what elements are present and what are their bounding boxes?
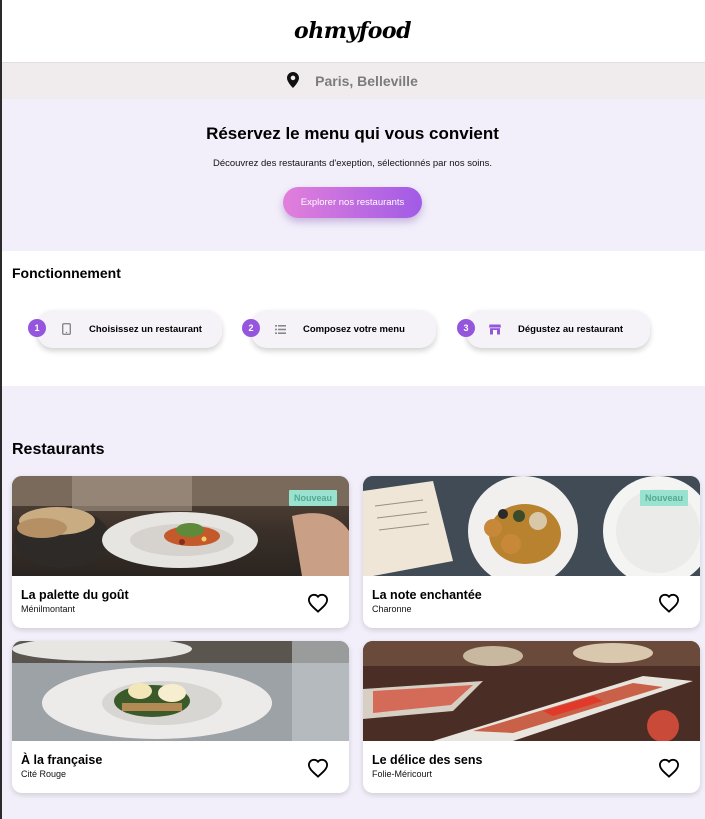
restaurant-card[interactable]: Nouveau La note enchantée Charonne [363, 476, 700, 628]
restaurant-name: Le délice des sens [372, 753, 483, 767]
restaurants-section: Restaurants Nouveau La palette du goût M… [0, 386, 705, 819]
site-header: ohmyfood [0, 0, 705, 62]
map-pin-icon [287, 72, 301, 90]
restaurant-photo [12, 641, 349, 741]
hero-title: Réservez le menu qui vous convient [206, 124, 499, 143]
heart-icon[interactable] [658, 593, 680, 613]
list-icon [273, 322, 287, 336]
heart-icon[interactable] [658, 758, 680, 778]
restaurant-card[interactable]: À la française Cité Rouge [12, 641, 349, 793]
restaurant-photo: Nouveau [12, 476, 349, 576]
explore-restaurants-button[interactable]: Explorer nos restaurants [282, 187, 423, 218]
new-badge: Nouveau [288, 490, 337, 506]
hero-subtitle: Découvrez des restaurants d'exeption, sé… [212, 158, 493, 169]
step-enjoy-restaurant: 3 Dégustez au restaurant [457, 310, 650, 348]
restaurant-district: Cité Rouge [21, 769, 67, 779]
mobile-phone-icon [59, 322, 73, 336]
window-border [0, 0, 2, 819]
step-compose-menu: 2 Composez votre menu [242, 310, 436, 348]
restaurant-district: Charonne [372, 604, 412, 614]
restaurant-name: À la française [21, 753, 103, 767]
step-choose-restaurant: 1 Choisissez un restaurant [28, 310, 222, 348]
restaurant-name: La note enchantée [372, 588, 482, 602]
logo[interactable]: ohmyfood [294, 18, 411, 44]
location-text: Paris, Belleville [315, 73, 418, 89]
step-label: Composez votre menu [303, 323, 405, 335]
step-label: Choisissez un restaurant [89, 323, 202, 335]
heart-icon[interactable] [307, 593, 329, 613]
restaurant-card[interactable]: Nouveau La palette du goût Ménilmontant [12, 476, 349, 628]
restaurant-district: Folie-Méricourt [372, 769, 433, 779]
section-title-how: Fonctionnement [12, 265, 121, 281]
heart-icon[interactable] [307, 758, 329, 778]
step-number: 2 [242, 319, 260, 337]
hero-section: Réservez le menu qui vous convient Décou… [0, 99, 705, 251]
new-badge: Nouveau [639, 490, 688, 506]
location-bar: Paris, Belleville [0, 62, 705, 99]
step-number: 3 [457, 319, 475, 337]
restaurant-name: La palette du goût [21, 588, 129, 602]
restaurant-photo: Nouveau [363, 476, 700, 576]
restaurant-card[interactable]: Le délice des sens Folie-Méricourt [363, 641, 700, 793]
store-icon [488, 322, 502, 336]
step-number: 1 [28, 319, 46, 337]
step-label: Dégustez au restaurant [518, 323, 624, 335]
restaurant-photo [363, 641, 700, 741]
section-title-restaurants: Restaurants [12, 441, 105, 458]
restaurant-district: Ménilmontant [21, 604, 76, 614]
how-it-works-section: Fonctionnement 1 Choisissez un restauran… [0, 251, 705, 386]
